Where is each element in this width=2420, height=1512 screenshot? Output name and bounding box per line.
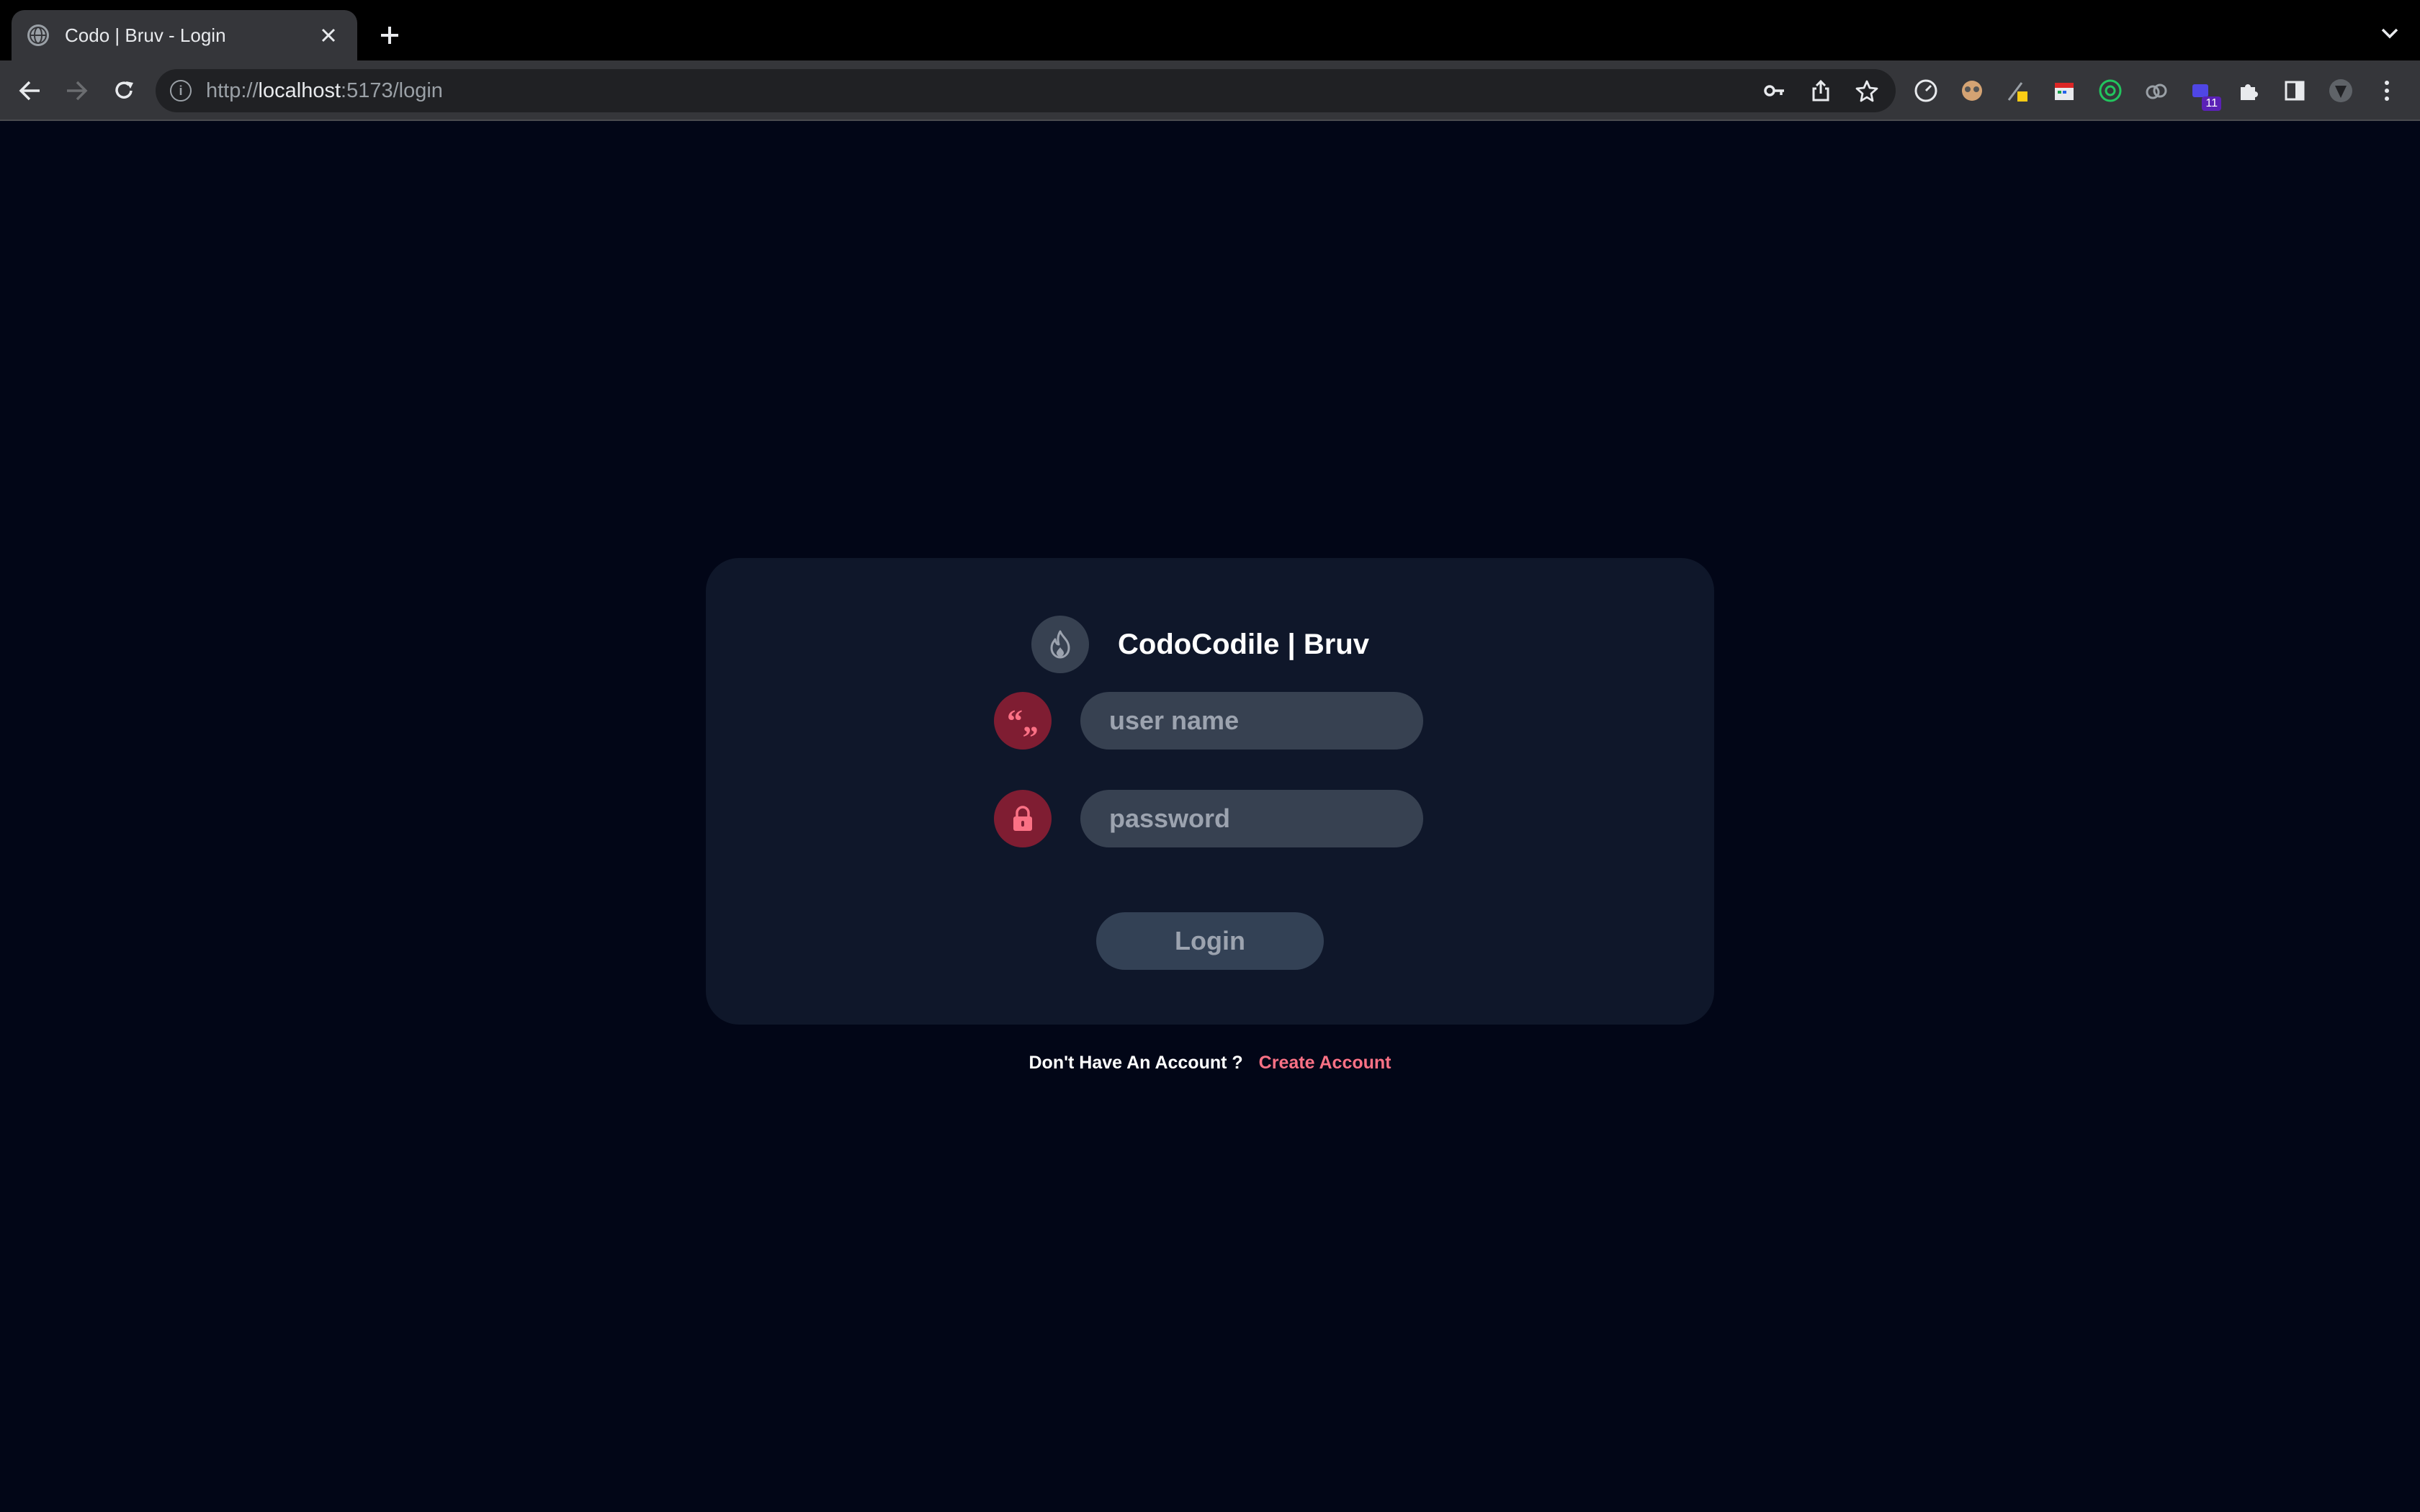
quote-icon: “„ [994,692,1052,750]
login-button[interactable]: Login [1096,912,1324,970]
password-input[interactable] [1080,790,1423,847]
face-extension-icon[interactable] [1956,75,1988,107]
brand-header: CodoCodile | Bruv [1031,616,1369,673]
close-icon[interactable] [314,21,343,50]
url-text[interactable]: http://localhost:5173/login [206,79,443,103]
globe-icon [27,24,49,46]
username-input[interactable] [1080,692,1423,750]
puzzle-icon[interactable] [2233,75,2264,107]
create-account-link[interactable]: Create Account [1259,1053,1392,1074]
pen-extension-icon[interactable] [2002,75,2034,107]
side-panel-icon[interactable] [2279,75,2311,107]
chevron-down-icon[interactable] [2374,17,2406,49]
tab-title: Codo | Bruv - Login [65,24,226,46]
flame-icon [1031,616,1089,673]
speedometer-extension-icon[interactable] [1910,75,1942,107]
tab-strip: Codo | Bruv - Login [0,0,2420,60]
kebab-menu-icon[interactable] [2371,75,2403,107]
login-card: CodoCodile | Bruv “„ Login [706,558,1714,1025]
page-viewport: CodoCodile | Bruv “„ Login Don't Have An… [0,122,2420,1512]
no-account-text: Don't Have An Account ? [1028,1053,1243,1073]
brand-title: CodoCodile | Bruv [1118,628,1369,660]
new-tab-button[interactable] [372,17,408,53]
reload-icon[interactable] [108,75,140,107]
target-extension-icon[interactable] [2094,75,2126,107]
notes-extension-icon[interactable]: 11 [2187,75,2221,111]
forward-icon[interactable] [60,75,92,107]
password-row [994,790,1423,847]
key-icon[interactable] [1759,75,1791,107]
info-icon[interactable]: i [170,80,192,102]
browser-toolbar: i http://localhost:5173/login 11 [0,60,2420,121]
signup-prompt: Don't Have An Account ? Create Account [0,1053,2420,1074]
profile-avatar-icon[interactable] [2325,75,2357,107]
back-icon[interactable] [14,75,46,107]
extensions-row: 11 [1910,75,2403,111]
browser-tab[interactable]: Codo | Bruv - Login [12,10,357,60]
extension-badge: 11 [2202,96,2221,111]
cloud-extension-icon[interactable] [2141,75,2172,107]
username-row: “„ [994,692,1423,750]
address-bar[interactable]: i http://localhost:5173/login [156,69,1896,112]
calendar-extension-icon[interactable] [2048,75,2080,107]
share-icon[interactable] [1805,75,1837,107]
lock-icon [994,790,1052,847]
star-icon[interactable] [1851,75,1883,107]
